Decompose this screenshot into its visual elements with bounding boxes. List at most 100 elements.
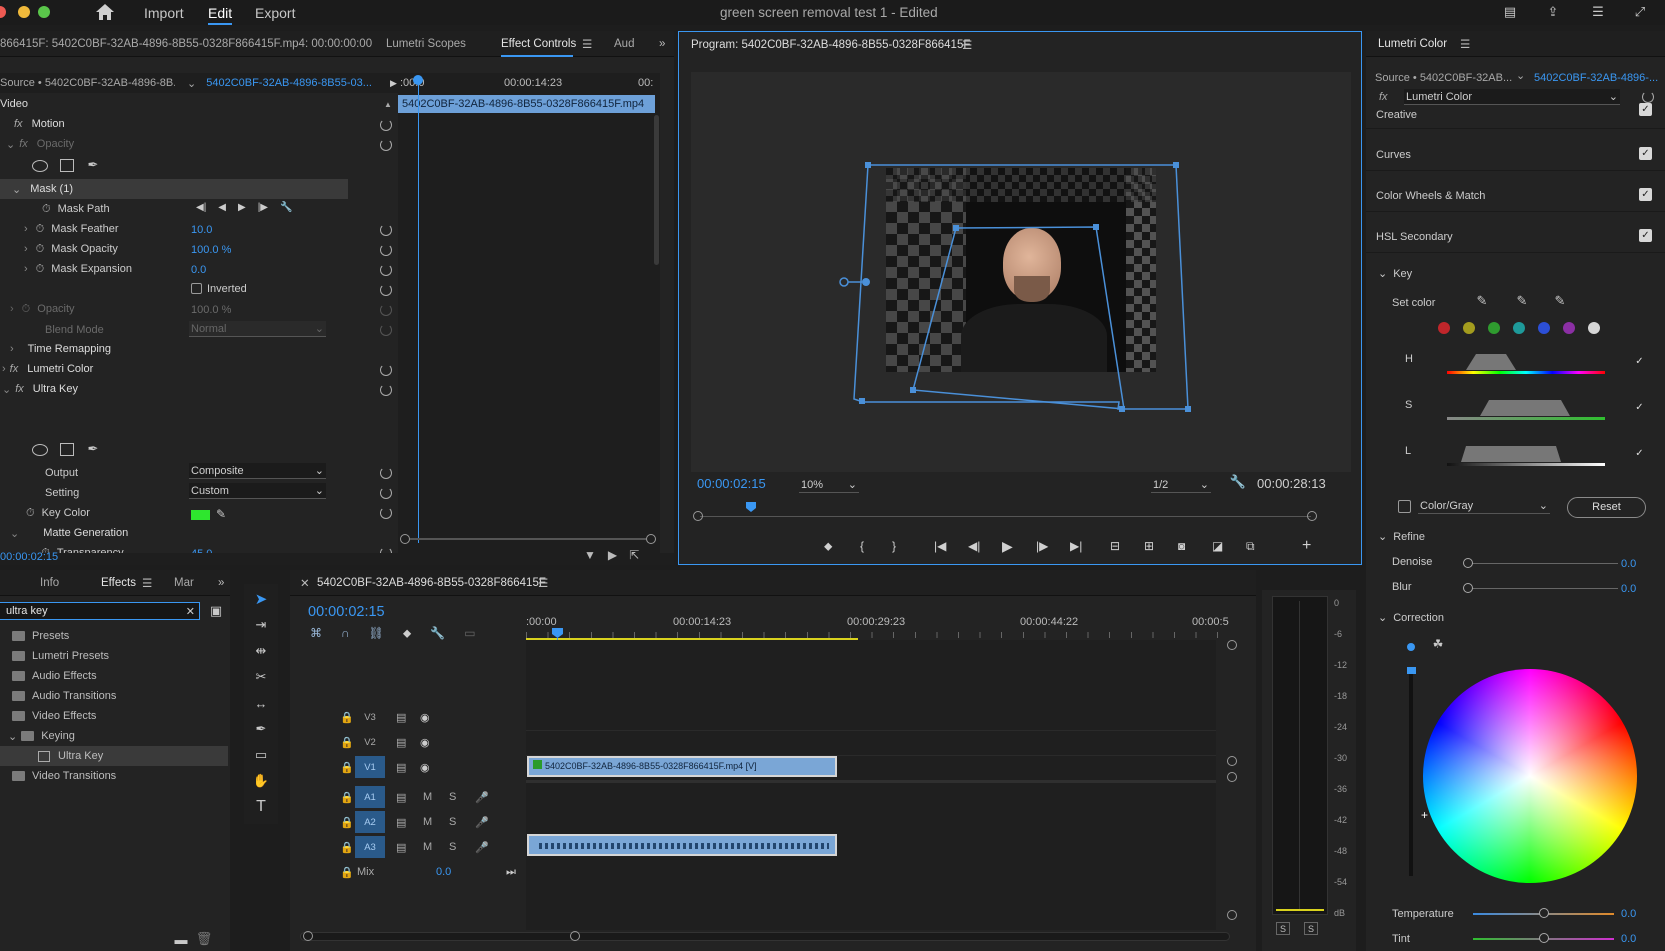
wheel-center-crosshair[interactable]: + [1421,808,1428,822]
eye-icon[interactable]: ◉ [420,761,430,774]
track-back-all-icon[interactable]: ◀| [196,202,206,213]
tree-audio-transitions[interactable]: Audio Transitions [0,686,230,706]
reset-opacity-icon[interactable] [380,139,392,151]
correction-subsection[interactable]: ⌄ Correction [1378,611,1444,624]
blur-knob[interactable] [1463,583,1473,593]
reset-motion-icon[interactable] [380,119,392,131]
play-icon[interactable]: ▶ [1002,538,1036,555]
color-swatch-3[interactable] [1513,322,1525,334]
color-wheels-checkbox[interactable]: ✓ [1639,188,1652,201]
minimize-window-button[interactable] [18,6,30,18]
saturation-slider[interactable] [1447,417,1605,420]
sync-lock-icon[interactable]: ▤ [396,791,406,804]
key-subsection[interactable]: ⌄ Key [1378,267,1412,280]
quick-export-icon[interactable]: ▤ [1500,4,1520,20]
expand-icon[interactable]: › [24,243,28,255]
mix-value[interactable]: 0.0 [436,866,451,878]
mask-pen-icon[interactable]: ✒ [85,156,101,174]
expand-icon[interactable]: ⌄ [1378,268,1387,280]
solo-right-button[interactable]: S [1304,922,1318,935]
sequence-tab[interactable]: 5402C0BF-32AB-4896-8B55-0328F866415F [317,577,546,589]
track-select-tool-icon[interactable]: ⇥ [250,614,272,636]
tree-keying[interactable]: ⌄ Keying [0,726,230,746]
ec-zoom-handle-left[interactable] [400,534,410,544]
track-v3-label[interactable]: V3 [355,706,385,728]
color-swatch-2[interactable] [1488,322,1500,334]
sync-lock-icon[interactable]: ▤ [396,761,406,774]
hue-slider[interactable] [1447,371,1605,374]
markers-tab[interactable]: Mar [174,577,194,589]
clear-search-icon[interactable]: ✕ [186,605,195,618]
outer-mask-path[interactable] [853,164,1189,410]
inner-mask-path[interactable] [912,226,1125,410]
mask-feather-value[interactable]: 10.0 [191,224,212,236]
lumetri-clip-label[interactable]: 5402C0BF-32AB-4896-... [1534,72,1658,84]
effect-controls-menu-icon[interactable]: ☰ [582,37,592,51]
correction-luma-handle[interactable] [1407,667,1416,674]
lock-icon[interactable]: 🔒 [340,791,354,804]
sequence-menu-icon[interactable]: ☰ [538,576,548,590]
program-menu-icon[interactable]: ☰ [962,38,972,52]
button-editor-icon[interactable]: + [1302,537,1311,555]
motion-row[interactable]: fx Motion [14,114,65,134]
solo-button[interactable]: S [449,791,456,803]
key-color-swatch[interactable] [191,510,210,520]
creative-checkbox[interactable]: ✓ [1639,103,1652,116]
stopwatch-icon[interactable]: ⏱ [36,223,45,236]
correction-color-wheel[interactable] [1423,669,1637,883]
mark-in-icon[interactable]: { [860,539,892,553]
microphone-icon[interactable]: 🎤 [475,816,489,829]
resolution-dropdown[interactable]: 1/2 ⌄ [1151,477,1211,493]
tree-presets[interactable]: Presets [0,626,230,646]
v1-clip[interactable]: 5402C0BF-32AB-4896-8B55-0328F866415F.mp4… [527,756,837,777]
expand-icon[interactable]: ⌄ [2,383,11,396]
edit-tab[interactable]: Edit [208,5,232,21]
temperature-value[interactable]: 0.0 [1621,908,1636,920]
curves-checkbox[interactable]: ✓ [1639,147,1652,160]
lock-icon[interactable]: 🔒 [340,711,354,724]
track-forward-one-icon[interactable]: ▶ [238,202,246,213]
mask-ellipse-icon[interactable] [32,160,48,172]
effects-menu-icon[interactable]: ☰ [142,576,152,590]
color-gray-dropdown[interactable]: Color/Gray ⌄ [1418,498,1550,514]
opacity-row[interactable]: ⌄ fx Opacity [6,134,74,154]
timeline-vscroll-bottom[interactable] [1227,910,1237,920]
mask-feather-handle[interactable] [839,277,849,287]
lumetri-menu-icon[interactable]: ☰ [1460,37,1470,51]
lumetri-scopes-tab[interactable]: Lumetri Scopes [386,38,466,50]
three-wheel-mode-icon[interactable]: ☘ [1430,636,1446,652]
a3-clip[interactable] [527,834,837,856]
saturation-range[interactable] [1480,400,1570,416]
timeline-vscroll-mid[interactable] [1227,756,1237,766]
lumetri-source-chevron-icon[interactable]: ⌄ [1516,69,1525,82]
inverted-checkbox[interactable] [191,283,202,294]
lift-icon[interactable]: ⊟ [1110,539,1144,553]
sync-lock-icon[interactable]: ▤ [396,711,406,724]
effects-search-input[interactable]: ultra key ✕ [0,602,200,620]
blur-slider[interactable] [1468,588,1618,589]
close-sequence-icon[interactable]: ✕ [300,576,310,590]
timeline-hscroll-right-handle[interactable] [570,931,580,941]
track-a3-label[interactable]: A3 [355,836,385,858]
export-tab[interactable]: Export [255,5,295,21]
eyedropper-icon[interactable]: ✎ [214,506,228,522]
curves-section[interactable]: Curves ✓ [1366,135,1665,171]
hand-tool-icon[interactable]: ✋ [250,770,272,792]
program-timecode[interactable]: 00:00:02:15 [697,476,766,491]
track-a2-label[interactable]: A2 [355,811,385,833]
sync-lock-icon[interactable]: ▤ [396,816,406,829]
mute-button[interactable]: M [423,816,432,828]
hue-checkbox[interactable]: ✓ [1633,355,1646,368]
track-settings-wrench-icon[interactable]: 🔧 [280,202,292,213]
close-window-button[interactable] [0,6,6,18]
audio-tab[interactable]: Aud [614,38,634,50]
ec-scroll-handle[interactable] [654,115,659,265]
mask-row[interactable]: ⌄ Mask (1) [0,179,348,199]
eyedropper-subtract-icon[interactable]: ✎ [1552,293,1568,309]
zoom-window-button[interactable] [38,6,50,18]
refine-subsection[interactable]: ⌄ Refine [1378,530,1425,543]
reset-lumetri-effect-icon[interactable] [1642,91,1654,103]
reset-lumetri-icon[interactable] [380,364,392,376]
program-viewer[interactable] [691,72,1351,472]
share-icon[interactable]: ⇪ [1543,3,1563,21]
